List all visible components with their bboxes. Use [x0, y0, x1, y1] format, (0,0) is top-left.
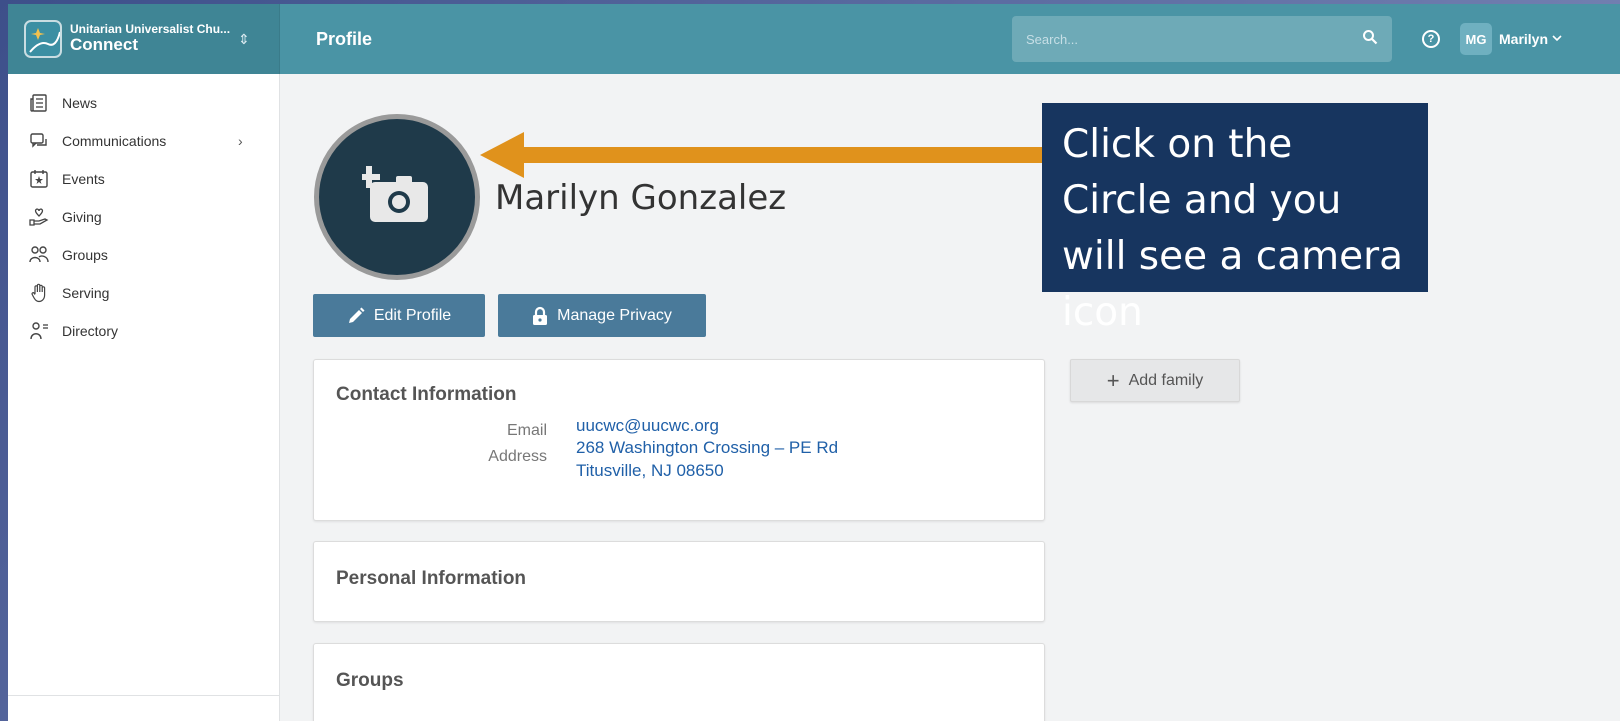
add-family-button[interactable]: + Add family [1070, 359, 1240, 402]
add-photo-camera-icon [358, 164, 432, 231]
card-title: Groups [336, 670, 404, 691]
sidebar-item-communications[interactable]: Communications › [8, 122, 279, 160]
address-line1[interactable]: 268 Washington Crossing – PE Rd [576, 438, 838, 458]
email-label: Email [506, 422, 547, 439]
pencil-icon [347, 307, 365, 325]
sidebar-item-serving[interactable]: Serving [8, 274, 279, 312]
search-input[interactable] [1026, 31, 1326, 47]
sidebar-item-label: Events [62, 171, 105, 187]
sidebar-item-label: Groups [62, 247, 108, 263]
sidebar-item-label: Communications [62, 133, 167, 149]
connect-logo-icon [24, 20, 62, 58]
app-name: Connect [70, 35, 138, 55]
chat-icon [28, 130, 50, 152]
contact-information-card: Contact Information Email uucwc@uucwc.or… [313, 359, 1045, 521]
annotation-arrow [480, 132, 1048, 178]
page-title: Profile [316, 28, 373, 49]
chevron-right-icon: › [238, 133, 243, 149]
avatar: MG [1460, 23, 1492, 55]
profile-name: Marilyn Gonzalez [495, 178, 787, 218]
newspaper-icon [28, 92, 50, 114]
sidebar-item-events[interactable]: Events [8, 160, 279, 198]
sidebar-item-news[interactable]: News [8, 84, 279, 122]
edit-profile-button[interactable]: Edit Profile [313, 294, 485, 337]
add-family-label: Add family [1128, 371, 1204, 389]
user-name: Marilyn [1499, 31, 1549, 47]
sidebar-item-label: Serving [62, 285, 110, 301]
profile-photo-circle[interactable] [314, 114, 480, 280]
personal-information-card[interactable]: Personal Information [313, 541, 1045, 622]
org-switcher[interactable]: Unitarian Universalist Chu... Connect ⇕ [8, 4, 280, 74]
card-title: Contact Information [336, 384, 517, 405]
address-line2[interactable]: Titusville, NJ 08650 [576, 461, 724, 481]
calendar-star-icon [28, 168, 50, 190]
hand-icon [28, 282, 50, 304]
search-icon[interactable] [1362, 29, 1378, 50]
plus-icon: + [1106, 367, 1120, 393]
groups-card[interactable]: Groups [313, 643, 1045, 721]
lock-icon [532, 306, 548, 326]
help-icon[interactable]: ? [1422, 30, 1440, 48]
switcher-chevron-icon: ⇕ [238, 30, 250, 47]
top-bar: Unitarian Universalist Chu... Connect ⇕ … [8, 4, 1620, 74]
app-window: Unitarian Universalist Chu... Connect ⇕ … [8, 4, 1620, 721]
people-icon [28, 244, 50, 266]
sidebar-item-label: Directory [62, 323, 119, 339]
sidebar: News Communications › Events Giving Grou… [8, 74, 280, 721]
sidebar-item-label: News [62, 95, 98, 111]
sidebar-footer [8, 695, 279, 721]
card-title: Personal Information [336, 568, 527, 589]
sidebar-item-giving[interactable]: Giving [8, 198, 279, 236]
user-menu[interactable]: MG Marilyn [1460, 23, 1562, 55]
email-value[interactable]: uucwc@uucwc.org [576, 416, 719, 436]
annotation-callout: Click on the Circle and you will see a c… [1042, 103, 1428, 335]
search-box[interactable] [1012, 16, 1392, 62]
person-list-icon [28, 320, 50, 342]
sidebar-item-groups[interactable]: Groups [8, 236, 279, 274]
manage-privacy-label: Manage Privacy [557, 306, 672, 324]
hand-heart-icon [28, 206, 50, 228]
address-label: Address [488, 448, 547, 465]
manage-privacy-button[interactable]: Manage Privacy [498, 294, 706, 337]
sidebar-item-directory[interactable]: Directory [8, 312, 279, 350]
edit-profile-label: Edit Profile [373, 306, 452, 324]
sidebar-item-label: Giving [62, 209, 102, 225]
chevron-down-icon [1552, 33, 1562, 45]
